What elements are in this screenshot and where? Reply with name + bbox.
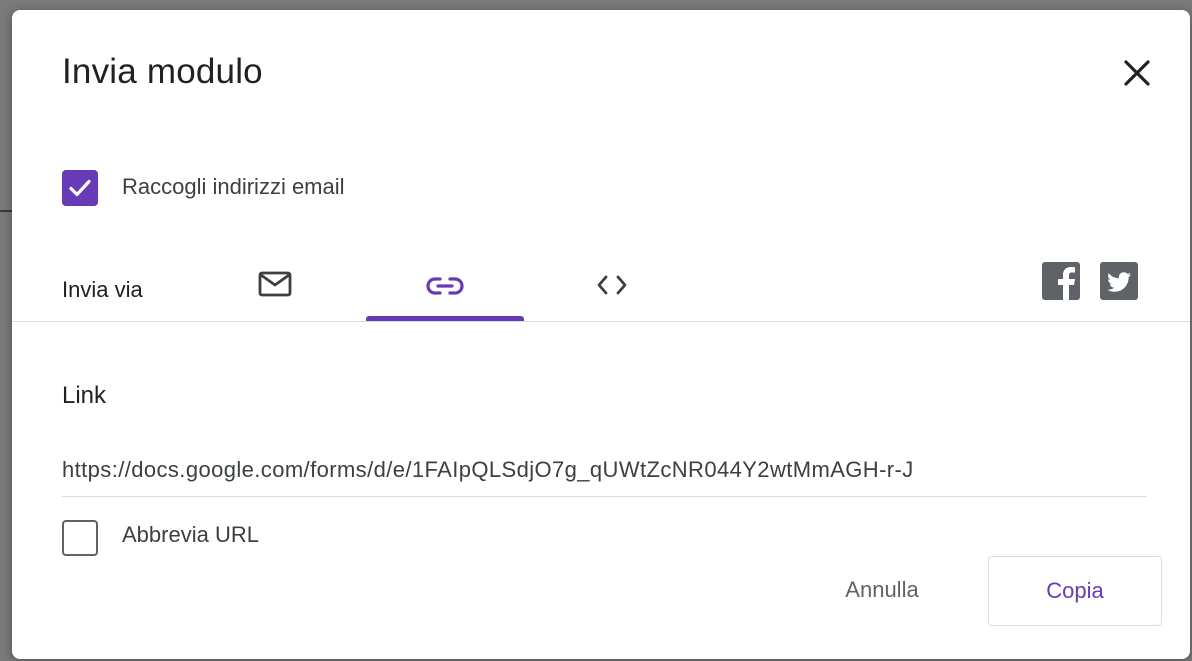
collect-emails-label: Raccogli indirizzi email	[122, 174, 345, 199]
tab-email[interactable]	[204, 255, 362, 331]
link-section-title: Link	[62, 382, 107, 409]
close-icon	[1124, 60, 1150, 86]
shorten-url-checkbox[interactable]	[62, 520, 98, 556]
close-button[interactable]	[1112, 48, 1162, 98]
copy-button[interactable]: Copia	[988, 556, 1162, 626]
tabs-divider	[12, 321, 1190, 322]
dialog-title: Invia modulo	[62, 52, 263, 91]
twitter-share-button[interactable]	[1100, 262, 1138, 300]
collect-emails-checkbox[interactable]	[62, 170, 98, 206]
facebook-icon	[1058, 267, 1075, 300]
tab-embed[interactable]	[532, 255, 690, 331]
mail-icon	[258, 271, 292, 297]
link-icon	[426, 277, 464, 295]
code-icon	[597, 275, 627, 295]
shorten-url-label: Abbrevia URL	[122, 522, 259, 547]
facebook-share-button[interactable]	[1042, 262, 1080, 300]
send-form-dialog: Invia modulo Raccogli indirizzi email In…	[12, 10, 1190, 659]
send-via-label: Invia via	[62, 277, 143, 302]
cancel-button[interactable]: Annulla	[812, 555, 952, 625]
form-url-field[interactable]: https://docs.google.com/forms/d/e/1FAIpQ…	[62, 450, 1147, 497]
twitter-icon	[1107, 272, 1131, 292]
checkmark-icon	[69, 179, 91, 197]
